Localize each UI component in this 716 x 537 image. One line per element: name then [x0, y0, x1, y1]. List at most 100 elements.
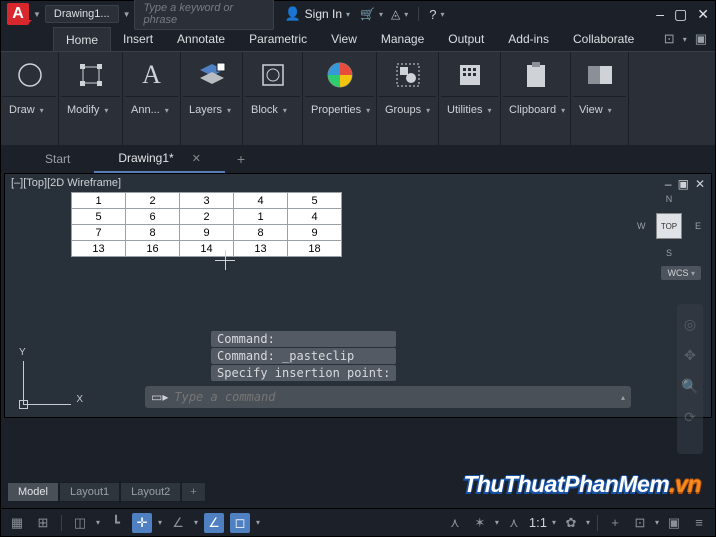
- panel-modify[interactable]: Modify▾: [59, 52, 123, 145]
- new-tab-button[interactable]: +: [225, 147, 257, 171]
- panel-groups[interactable]: Groups▾: [377, 52, 439, 145]
- pan-icon[interactable]: ✥: [684, 347, 696, 364]
- lock-ui-icon[interactable]: ⊡: [630, 513, 650, 533]
- maximize-button[interactable]: ▢: [674, 6, 687, 23]
- ribbon-tab-annotate[interactable]: Annotate: [165, 27, 237, 51]
- modify-icon[interactable]: [73, 58, 109, 92]
- caret-icon[interactable]: ▾: [256, 518, 260, 527]
- panel-clipboard[interactable]: Clipboard▾: [501, 52, 571, 145]
- command-input[interactable]: [174, 390, 615, 404]
- grid-icon[interactable]: ⊞: [33, 513, 53, 533]
- caret-icon[interactable]: ▾: [96, 518, 100, 527]
- properties-icon[interactable]: [322, 58, 358, 92]
- ortho-icon[interactable]: ┗: [106, 513, 126, 533]
- gear-icon[interactable]: ✿: [561, 513, 581, 533]
- nav-n[interactable]: N: [666, 194, 673, 204]
- ribbon-tab-manage[interactable]: Manage: [369, 27, 436, 51]
- gizmo-icon[interactable]: ⋏: [445, 513, 465, 533]
- view-icon[interactable]: [582, 58, 618, 92]
- nav-w[interactable]: W: [637, 221, 646, 231]
- a360-icon[interactable]: ◬: [391, 7, 400, 21]
- ribbon-tab-output[interactable]: Output: [436, 27, 496, 51]
- steering-wheel-icon[interactable]: ◎: [684, 316, 696, 333]
- ribbon-minimize-icon[interactable]: ▣: [695, 31, 707, 47]
- cart-icon[interactable]: 🛒: [360, 7, 375, 21]
- circle-icon[interactable]: [12, 58, 48, 92]
- isolate-icon[interactable]: ▣: [664, 513, 684, 533]
- caret-icon[interactable]: ▾: [194, 518, 198, 527]
- gizmo2-icon[interactable]: ⋏: [504, 513, 524, 533]
- caret-icon[interactable]: ▾: [495, 518, 499, 527]
- sign-in-link[interactable]: Sign In: [305, 7, 342, 21]
- close-tab-icon[interactable]: ✕: [192, 153, 201, 165]
- add-layout-button[interactable]: +: [181, 482, 205, 502]
- layout-tab-model[interactable]: Model: [7, 482, 59, 502]
- caret-icon[interactable]: ▾: [655, 518, 659, 527]
- ribbon-tab-insert[interactable]: Insert: [111, 27, 165, 51]
- block-icon[interactable]: [255, 58, 291, 92]
- command-recent-icon[interactable]: ▴: [621, 393, 625, 402]
- add-scale-icon[interactable]: +: [605, 513, 625, 533]
- caret-icon[interactable]: ▾: [158, 518, 162, 527]
- zoom-icon[interactable]: 🔍: [681, 378, 698, 395]
- panel-annotation[interactable]: A Ann...▾: [123, 52, 181, 145]
- search-input[interactable]: Type a keyword or phrase: [134, 0, 274, 30]
- panel-properties[interactable]: Properties▾: [303, 52, 377, 145]
- panel-layers[interactable]: Layers▾: [181, 52, 243, 145]
- layers-icon[interactable]: [194, 58, 230, 92]
- a360-caret-icon[interactable]: ▾: [404, 10, 408, 19]
- navigation-bar[interactable]: ◎ ✥ 🔍 ⟳: [677, 304, 703, 454]
- document-title[interactable]: Drawing1...: [45, 5, 119, 23]
- viewport-restore-icon[interactable]: ▣: [678, 177, 689, 191]
- recent-docs-caret-icon[interactable]: ▼: [123, 10, 131, 19]
- ribbon-tab-home[interactable]: Home: [53, 27, 111, 51]
- signin-person-icon[interactable]: 👤: [284, 6, 300, 22]
- orbit-icon[interactable]: ⟳: [684, 409, 696, 426]
- ribbon-tab-collaborate[interactable]: Collaborate: [561, 27, 646, 51]
- ucs-icon[interactable]: [15, 355, 71, 411]
- cart-caret-icon[interactable]: ▾: [379, 10, 383, 19]
- app-menu-caret-icon[interactable]: ▼: [33, 10, 41, 19]
- minimize-button[interactable]: –: [656, 6, 664, 23]
- command-line[interactable]: ▭▸ ▴: [145, 386, 631, 408]
- clipboard-icon[interactable]: [518, 58, 554, 92]
- caret-icon[interactable]: ▾: [552, 518, 556, 527]
- layout-tab-2[interactable]: Layout2: [120, 482, 181, 502]
- viewport-label[interactable]: [–][Top][2D Wireframe]: [9, 176, 123, 190]
- panel-utilities[interactable]: Utilities▾: [439, 52, 501, 145]
- help-icon[interactable]: ?: [429, 7, 436, 22]
- text-icon[interactable]: A: [134, 58, 170, 92]
- scale-button[interactable]: 1:1: [529, 515, 547, 530]
- pasted-excel-table[interactable]: 12345 56214 78989 1316141318: [71, 192, 342, 257]
- iso-icon[interactable]: ∠: [168, 513, 188, 533]
- file-tab-drawing1[interactable]: Drawing1*✕: [94, 145, 225, 173]
- ribbon-tab-parametric[interactable]: Parametric: [237, 27, 319, 51]
- cube-face-top[interactable]: TOP: [656, 213, 682, 239]
- snap-icon[interactable]: ◫: [70, 513, 90, 533]
- close-button[interactable]: ✕: [697, 6, 709, 23]
- view-cube[interactable]: N S E W TOP: [639, 196, 699, 256]
- featured-apps-icon[interactable]: ⊡: [664, 31, 675, 47]
- customize-icon[interactable]: ≡: [689, 513, 709, 533]
- layout-tab-1[interactable]: Layout1: [59, 482, 120, 502]
- filter-icon[interactable]: ✶: [470, 513, 490, 533]
- panel-block[interactable]: Block▾: [243, 52, 303, 145]
- model-viewport[interactable]: [–][Top][2D Wireframe] – ▣ ✕ 12345 56214…: [4, 173, 712, 418]
- file-tab-start[interactable]: Start: [21, 146, 94, 172]
- polar-icon[interactable]: ✛: [132, 513, 152, 533]
- panel-draw[interactable]: Draw▾: [1, 52, 59, 145]
- ribbon-tab-addins[interactable]: Add-ins: [496, 27, 561, 51]
- nav-e[interactable]: E: [695, 221, 701, 231]
- signin-caret-icon[interactable]: ▾: [346, 10, 350, 19]
- caret-icon[interactable]: ▾: [586, 518, 590, 527]
- panel-view[interactable]: View▾: [571, 52, 629, 145]
- viewport-close-icon[interactable]: ✕: [695, 177, 705, 191]
- wcs-badge[interactable]: WCS ▾: [661, 266, 701, 280]
- ribbon-tab-view[interactable]: View: [319, 27, 369, 51]
- viewport-minimize-icon[interactable]: –: [665, 177, 672, 191]
- app-logo[interactable]: A: [7, 3, 29, 25]
- otrack-icon[interactable]: ◻: [230, 513, 250, 533]
- osnap-icon[interactable]: ∠: [204, 513, 224, 533]
- groups-icon[interactable]: [390, 58, 426, 92]
- nav-s[interactable]: S: [666, 248, 672, 258]
